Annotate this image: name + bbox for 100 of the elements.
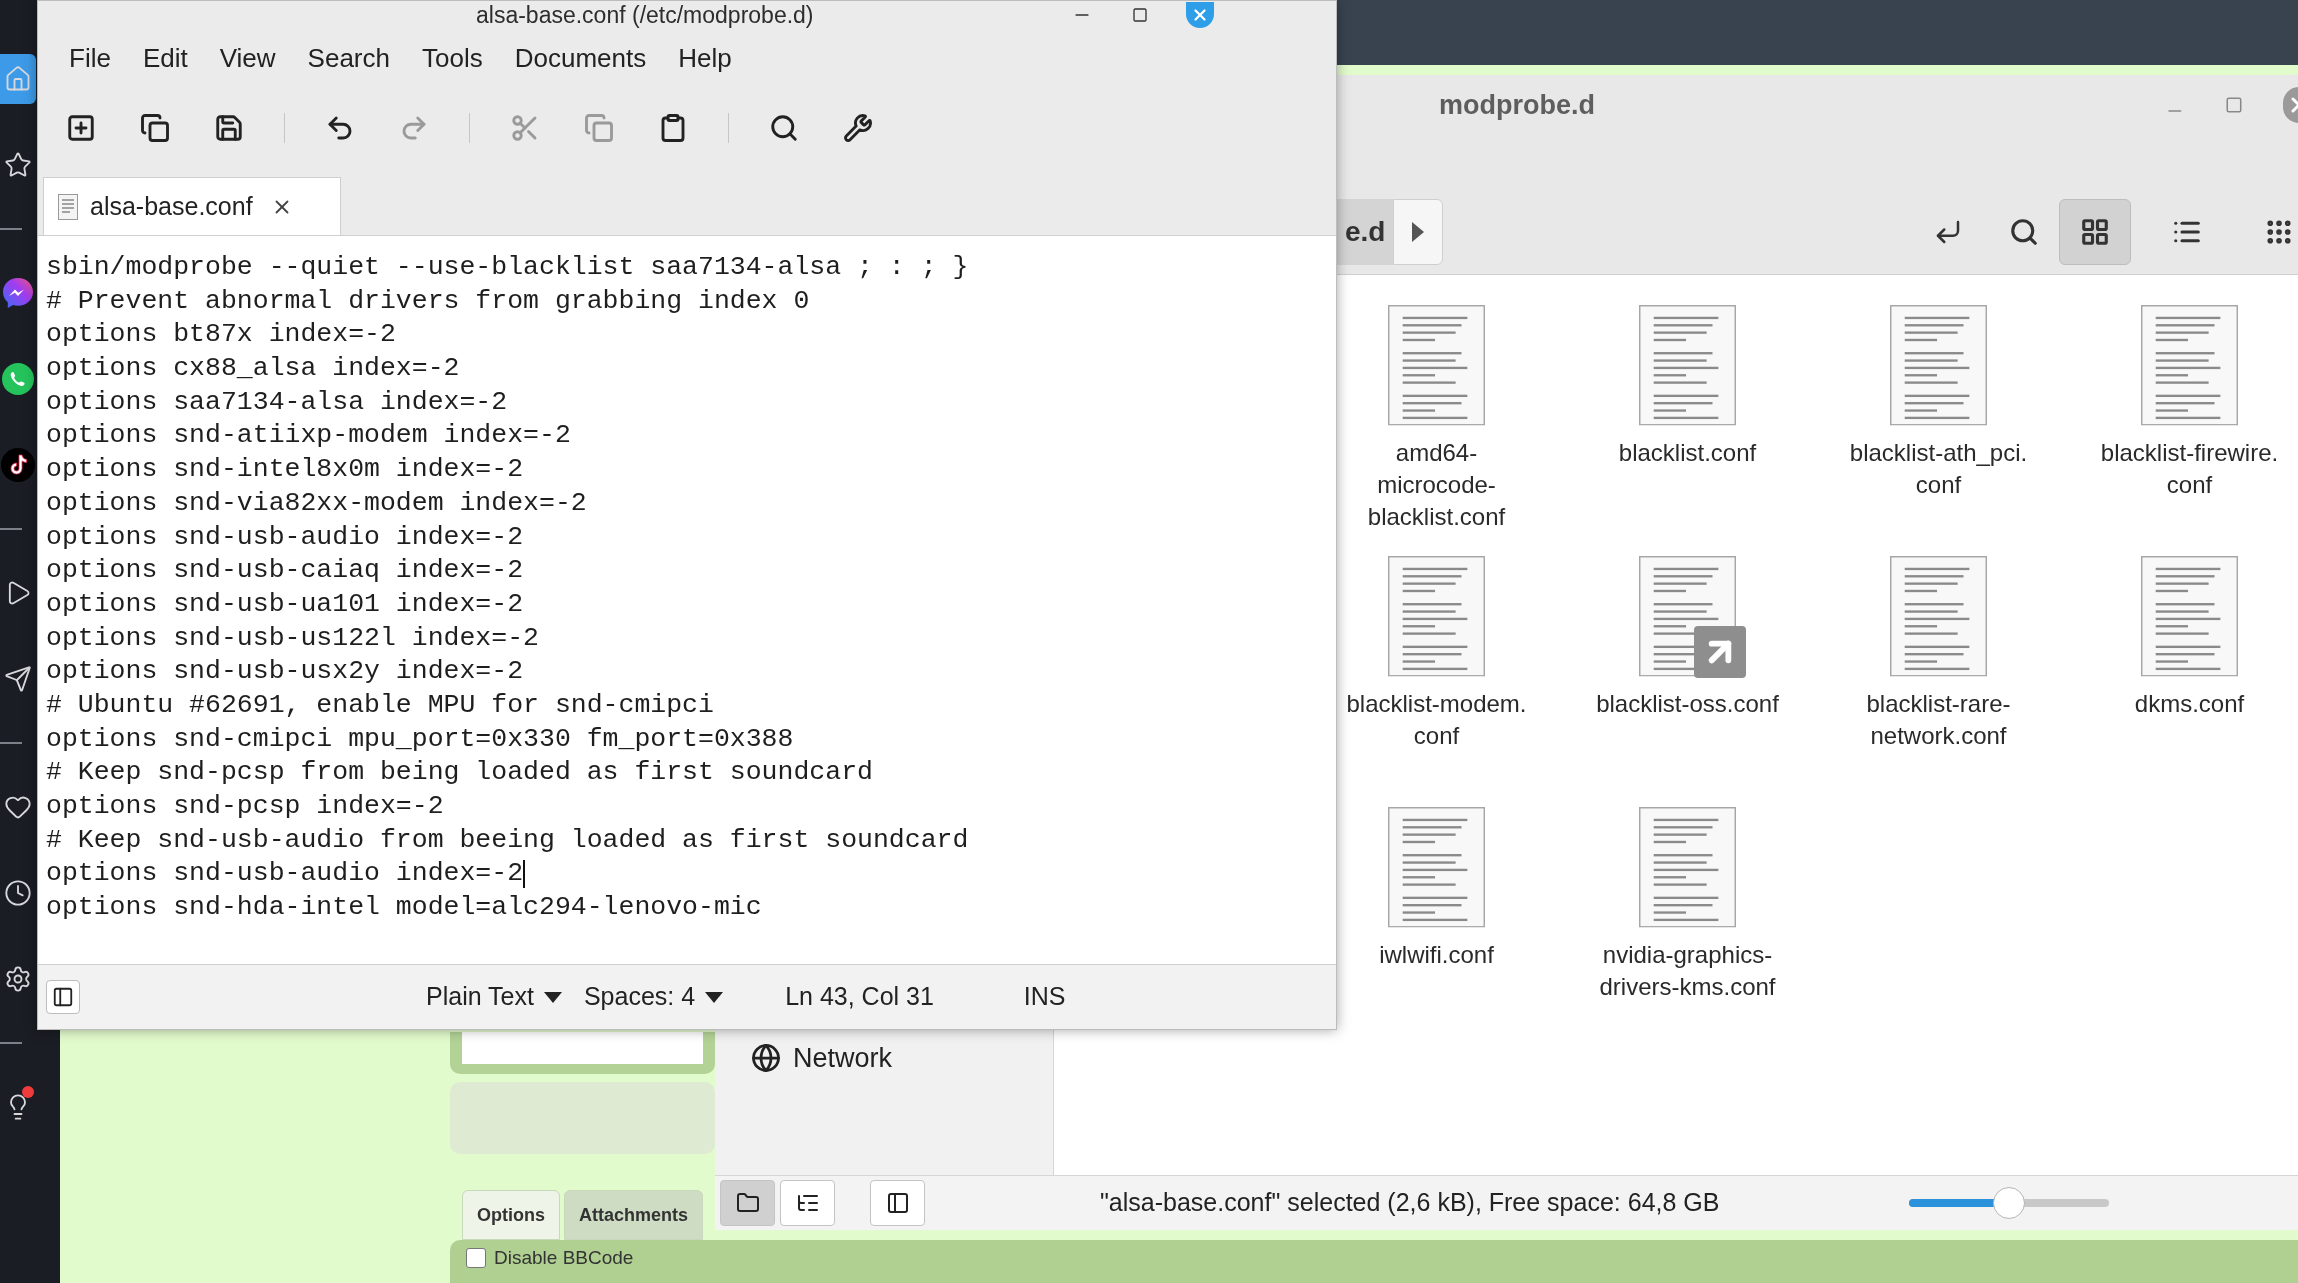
code-line: options snd-usb-caiaq index=-2 — [46, 554, 524, 588]
code-line: options snd-usb-ua101 index=-2 — [46, 587, 524, 621]
file-name: nvidia-graphics- drivers-kms.conf — [1599, 940, 1776, 1002]
code-line: options cx88_alsa index=-2 — [46, 352, 460, 386]
file-name: iwlwifi.conf — [1379, 940, 1494, 970]
clock-icon — [4, 879, 32, 907]
toolbar-button[interactable] — [66, 113, 96, 143]
code-line: options snd-cmipci mpu_port=0x330 fm_port=0x388 — [46, 722, 794, 756]
code-line: options snd-usb-audio index=-2 — [46, 857, 524, 891]
document-icon — [1388, 807, 1485, 928]
send-icon — [4, 665, 32, 693]
menu-item[interactable]: Search — [291, 38, 406, 78]
file-entry[interactable]: blacklist-ath_pci. conf — [1849, 305, 2028, 501]
folder-icon — [735, 1191, 760, 1215]
menu-item[interactable]: Help — [662, 38, 748, 78]
status-text: "alsa-base.conf" selected (2,6 kB), Free space: 64,8 GB — [1100, 1187, 1720, 1219]
code-line: options snd-usb-audio index=-2 — [46, 520, 524, 554]
file-entry[interactable]: blacklist.conf — [1618, 305, 1757, 469]
menu-item[interactable]: View — [203, 38, 292, 78]
file-name: blacklist-oss.conf — [1596, 689, 1779, 719]
caret-icon — [543, 991, 562, 1003]
document-icon — [1388, 305, 1485, 426]
code-line: options snd-via82xx-modem index=-2 — [46, 486, 587, 520]
triangle-right-icon — [1412, 221, 1425, 242]
menu-item[interactable]: Documents — [498, 38, 663, 78]
music-note-icon — [0, 447, 36, 483]
document-icon — [1890, 305, 1987, 426]
file-entry[interactable]: dkms.conf — [2134, 556, 2245, 720]
side-panel-button[interactable] — [46, 980, 80, 1014]
grid-view-icon — [2080, 216, 2110, 247]
file-name: blacklist-firewire. conf — [2100, 438, 2279, 500]
file-name: blacklist-rare- network.conf — [1866, 689, 2011, 751]
indent-dropdown[interactable]: Spaces: 4 — [583, 978, 724, 1016]
zoom-slider[interactable] — [1909, 1186, 2110, 1220]
phone-bubble-icon — [0, 361, 36, 397]
code-line: options snd-hda-intel model=alc294-lenovo-mic — [46, 891, 762, 925]
menu-item[interactable]: Edit — [126, 38, 204, 78]
menu-item[interactable]: File — [53, 38, 127, 78]
tab[interactable]: alsa-base.conf — [43, 177, 341, 235]
view-button[interactable] — [2059, 198, 2131, 265]
file-entry[interactable]: blacklist-modem. conf — [1346, 556, 1527, 752]
document-icon — [1890, 556, 1987, 677]
file-name: blacklist-modem. conf — [1346, 689, 1527, 751]
code-line: options snd-atiixp-modem index=-2 — [46, 419, 571, 453]
code-line: # Prevent abnormal drivers from grabbing index 0 — [46, 284, 810, 318]
window-title: modprobe.d — [1439, 88, 1595, 122]
file-name: blacklist-ath_pci. conf — [1849, 438, 2028, 500]
insert-mode: INS — [1023, 981, 1066, 1013]
toolbar-button[interactable] — [140, 113, 170, 143]
code-line: options snd-usb-usx2y index=-2 — [46, 655, 524, 689]
document-icon — [1388, 556, 1485, 677]
toolbar-button[interactable] — [843, 113, 873, 143]
sidebar-icon — [52, 986, 74, 1008]
file-name: amd64- microcode- blacklist.conf — [1367, 438, 1506, 532]
menu-item[interactable]: Tools — [406, 38, 499, 78]
code-line: # Keep snd-usb-audio from beeing loaded as first soundcard — [46, 823, 969, 857]
tab[interactable]: Attachments — [564, 1190, 704, 1240]
code-line: options bt87x index=-2 — [46, 318, 396, 352]
path-forward-button[interactable] — [1393, 198, 1443, 265]
file-entry[interactable]: blacklist-firewire. conf — [2100, 305, 2279, 501]
code-line: options snd-usb-us122l index=-2 — [46, 621, 539, 655]
code-line: options snd-pcsp index=-2 — [46, 790, 444, 823]
search-icon[interactable] — [2009, 216, 2039, 247]
cursor-position: Ln 43, Col 31 — [785, 981, 934, 1013]
file-entry[interactable]: nvidia-graphics- drivers-kms.conf — [1599, 807, 1776, 1003]
file-entry[interactable]: iwlwifi.conf — [1379, 807, 1494, 971]
code-line: sbin/modprobe --quiet --use-blacklist saa7134-alsa ; : ; } — [46, 251, 969, 284]
status-button[interactable] — [720, 1180, 775, 1226]
language-dropdown[interactable]: Plain Text — [426, 978, 562, 1016]
toolbar-button[interactable] — [769, 113, 799, 143]
close-button[interactable] — [1185, 2, 1214, 28]
slider-thumb[interactable] — [1993, 1187, 2026, 1219]
file-name: blacklist.conf — [1618, 438, 1757, 468]
save-icon — [214, 113, 244, 143]
window-title: alsa-base.conf (/etc/modprobe.d) — [476, 2, 814, 28]
document-icon — [58, 193, 78, 220]
caret-icon — [705, 991, 724, 1003]
star-icon — [4, 151, 32, 179]
wrench-icon — [843, 113, 873, 143]
sidebar-item[interactable]: Network — [715, 1040, 1053, 1076]
file-entry[interactable]: blacklist-rare- network.conf — [1866, 556, 2011, 752]
code-line: # Keep snd-pcsp from being loaded as first soundcard — [46, 756, 873, 790]
settings-icon — [4, 965, 32, 993]
checkbox[interactable] — [466, 1248, 486, 1268]
file-entry[interactable]: blacklist-oss.conf — [1596, 556, 1779, 720]
maximize-icon[interactable] — [1131, 7, 1148, 23]
file-entry[interactable]: amd64- microcode- blacklist.conf — [1367, 305, 1506, 533]
document-icon — [2141, 556, 2238, 677]
tab[interactable]: Options — [462, 1190, 560, 1240]
document-icon — [2141, 305, 2238, 426]
document-icon — [1639, 807, 1736, 928]
path-button[interactable]: e.d — [1337, 198, 1394, 265]
globe-icon — [751, 1043, 781, 1073]
chat-bubble-icon — [0, 275, 36, 311]
toolbar-button[interactable] — [214, 113, 244, 143]
checkbox-label: Disable BBCode — [494, 1248, 634, 1268]
status-button[interactable] — [780, 1180, 835, 1226]
new-document-icon — [66, 113, 96, 143]
status-button[interactable] — [870, 1180, 925, 1226]
copy-icon — [584, 113, 614, 143]
